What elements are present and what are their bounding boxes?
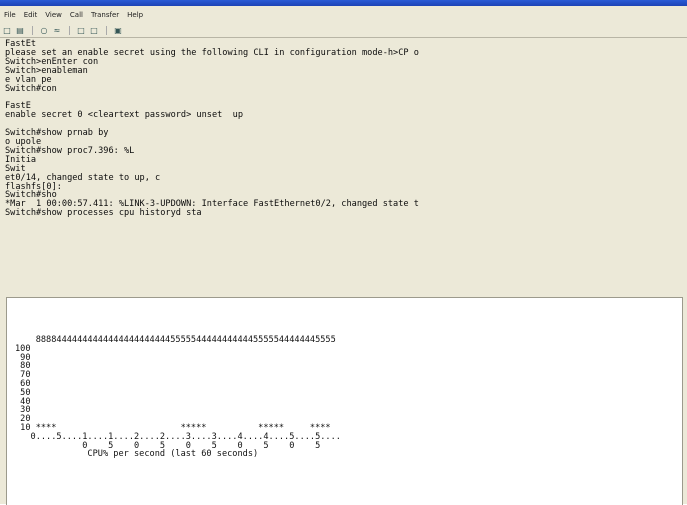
cpu-history-line: 8888444444444444444444444455555444444444… — [15, 335, 336, 345]
terminal-line: Switch#con — [5, 83, 57, 94]
menu-view[interactable]: View — [41, 11, 66, 19]
menu-call[interactable]: Call — [66, 11, 87, 19]
terminal-window[interactable]: FastEt please set an enable secret using… — [0, 38, 687, 283]
cpu-history-panel: 8888444444444444444444444455555444444444… — [6, 297, 683, 505]
properties-icon[interactable]: ▣ — [113, 26, 123, 35]
menu-edit[interactable]: Edit — [20, 11, 42, 19]
toolbar-separator — [69, 26, 72, 35]
cpu-history-graph: 8888444444444444444444444455555444444444… — [15, 336, 341, 459]
toolbar: □ ▤ ○ ≈ □ □ ▣ — [0, 24, 687, 38]
receive-icon[interactable]: □ — [89, 26, 99, 35]
terminal-output: FastEt please set an enable secret using… — [0, 38, 687, 218]
menu-file[interactable]: File — [0, 11, 20, 19]
terminal-line: enable secret 0 <cleartext password> uns… — [5, 110, 243, 121]
connect-icon[interactable]: ≈ — [52, 26, 62, 35]
menu-help[interactable]: Help — [123, 11, 147, 19]
open-icon[interactable]: ▤ — [15, 26, 25, 35]
disconnect-icon[interactable]: ○ — [39, 26, 49, 35]
menu-bar: File Edit View Call Transfer Help — [0, 6, 687, 24]
new-icon[interactable]: □ — [2, 26, 12, 35]
toolbar-separator — [32, 26, 35, 35]
cpu-history-area: 8888444444444444444444444455555444444444… — [0, 283, 687, 505]
cpu-history-line: CPU% per second (last 60 seconds) — [15, 449, 259, 460]
menu-transfer[interactable]: Transfer — [87, 11, 123, 19]
send-icon[interactable]: □ — [76, 26, 86, 35]
terminal-line: Switch#show processes cpu historyd sta — [5, 208, 202, 219]
toolbar-separator — [106, 26, 109, 35]
